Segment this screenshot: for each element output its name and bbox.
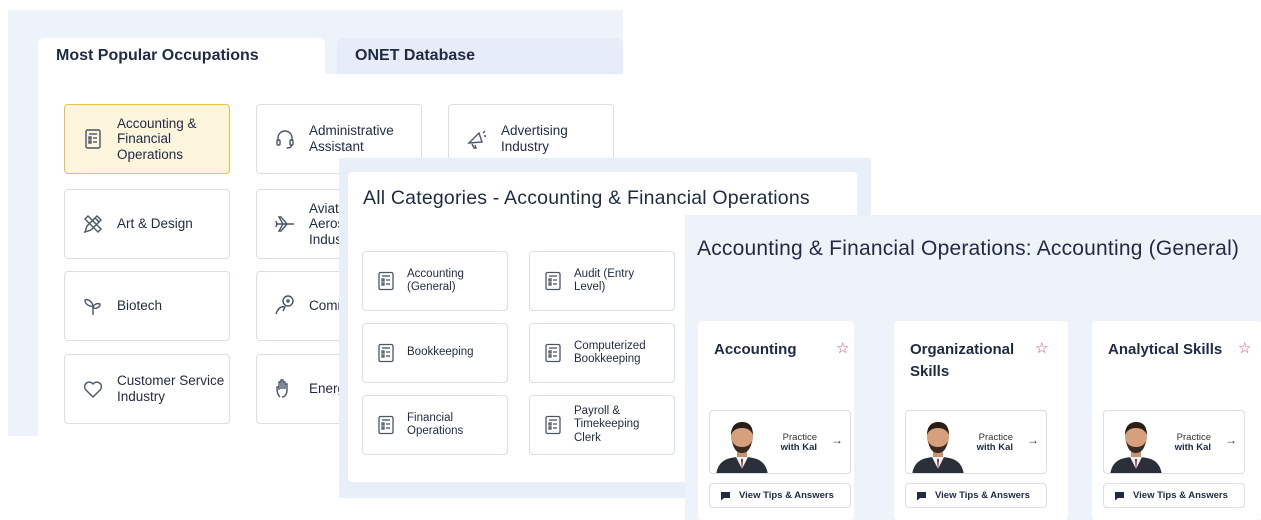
arrow-right-icon: → — [1225, 433, 1237, 447]
speech-hand-icon — [273, 294, 297, 318]
category-payroll-timekeeping-clerk[interactable]: Payroll & Timekeeping Clerk — [529, 395, 675, 455]
occupation-art-design[interactable]: Art & Design — [64, 189, 230, 259]
view-tips-answers-button[interactable]: View Tips & Answers — [905, 483, 1047, 508]
airplane-icon — [273, 212, 297, 236]
heart-icon — [81, 377, 105, 401]
megaphone-icon — [465, 127, 489, 151]
skills-panel: Accounting & Financial Operations: Accou… — [685, 215, 1261, 520]
category-financial-operations[interactable]: Financial Operations — [362, 395, 508, 455]
practice-with-kal-button[interactable]: Practice with Kal → — [905, 410, 1047, 474]
avatar — [1108, 415, 1164, 473]
category-bookkeeping[interactable]: Bookkeeping — [362, 323, 508, 383]
skill-name: Accounting — [714, 341, 797, 358]
hand-icon — [273, 377, 297, 401]
categories-title: All Categories - Accounting & Financial … — [363, 187, 810, 209]
avatar — [714, 415, 770, 473]
occupation-label: Administrative Assistant — [309, 123, 394, 154]
occupation-label: Customer Service Industry — [117, 373, 225, 404]
occupation-label: Biotech — [117, 298, 163, 314]
category-audit-entry-level[interactable]: Audit (Entry Level) — [529, 251, 675, 311]
skills-title: Accounting & Financial Operations: Accou… — [697, 237, 1240, 260]
occupation-label: Art & Design — [117, 216, 193, 232]
practice-line-2: with Kal — [1174, 442, 1211, 454]
category-label: Audit (Entry Level) — [574, 267, 635, 293]
star-outline-icon[interactable]: ☆ — [836, 339, 849, 357]
category-label: Accounting (General) — [407, 267, 464, 293]
avatar — [910, 415, 966, 473]
category-label: Payroll & Timekeeping Clerk — [574, 405, 640, 444]
chat-bubble-icon — [720, 491, 731, 501]
tips-label: View Tips & Answers — [935, 490, 1030, 501]
category-accounting-general[interactable]: Accounting (General) — [362, 251, 508, 311]
skill-card-organizational-skills: Organizational Skills ☆ Practice with Ka… — [894, 321, 1068, 520]
category-label: Financial Operations — [407, 411, 464, 437]
chat-bubble-icon — [916, 491, 927, 501]
view-tips-answers-button[interactable]: View Tips & Answers — [709, 483, 851, 508]
occupation-accounting-financial-operations[interactable]: Accounting & Financial Operations — [64, 104, 230, 174]
occupation-biotech[interactable]: Biotech — [64, 271, 230, 341]
practice-text: Practice with Kal — [968, 432, 1013, 454]
list-document-icon — [544, 343, 562, 363]
skill-card-analytical-skills: Analytical Skills ☆ Practice with Kal → — [1092, 321, 1261, 520]
list-document-icon — [544, 415, 562, 435]
category-label: Bookkeeping — [407, 346, 474, 359]
pencil-ruler-icon — [81, 212, 105, 236]
chat-bubble-icon — [1114, 491, 1125, 501]
sprout-icon — [81, 294, 105, 318]
list-document-icon — [544, 271, 562, 291]
arrow-right-icon: → — [1027, 433, 1039, 447]
occupation-customer-service-industry[interactable]: Customer Service Industry — [64, 354, 230, 424]
skill-name: Analytical Skills — [1108, 341, 1223, 358]
occupation-label: Accounting & Financial Operations — [117, 115, 197, 162]
star-outline-icon[interactable]: ☆ — [1238, 339, 1251, 357]
arrow-right-icon: → — [831, 433, 843, 447]
list-document-icon — [377, 343, 395, 363]
practice-text: Practice with Kal — [772, 432, 817, 454]
practice-text: Practice with Kal — [1166, 432, 1211, 454]
view-tips-answers-button[interactable]: View Tips & Answers — [1103, 483, 1245, 508]
list-document-icon — [377, 271, 395, 291]
star-outline-icon[interactable]: ☆ — [1035, 339, 1048, 357]
tips-label: View Tips & Answers — [739, 490, 834, 501]
category-label: Computerized Bookkeeping — [574, 339, 646, 365]
list-document-icon — [81, 127, 105, 151]
skill-card-accounting: Accounting ☆ Practice with Kal → View Ti… — [698, 321, 854, 520]
category-computerized-bookkeeping[interactable]: Computerized Bookkeeping — [529, 323, 675, 383]
tab-most-popular-occupations[interactable]: Most Popular Occupations — [38, 38, 325, 74]
tab-onet-database[interactable]: ONET Database — [337, 38, 623, 74]
skill-name: Organizational Skills — [910, 341, 1015, 380]
headset-icon — [273, 127, 297, 151]
occupation-label: Advertising Industry — [501, 123, 568, 154]
practice-line-2: with Kal — [780, 442, 817, 454]
list-document-icon — [377, 415, 395, 435]
practice-line-2: with Kal — [976, 442, 1013, 454]
practice-with-kal-button[interactable]: Practice with Kal → — [1103, 410, 1245, 474]
practice-with-kal-button[interactable]: Practice with Kal → — [709, 410, 851, 474]
tips-label: View Tips & Answers — [1133, 490, 1228, 501]
